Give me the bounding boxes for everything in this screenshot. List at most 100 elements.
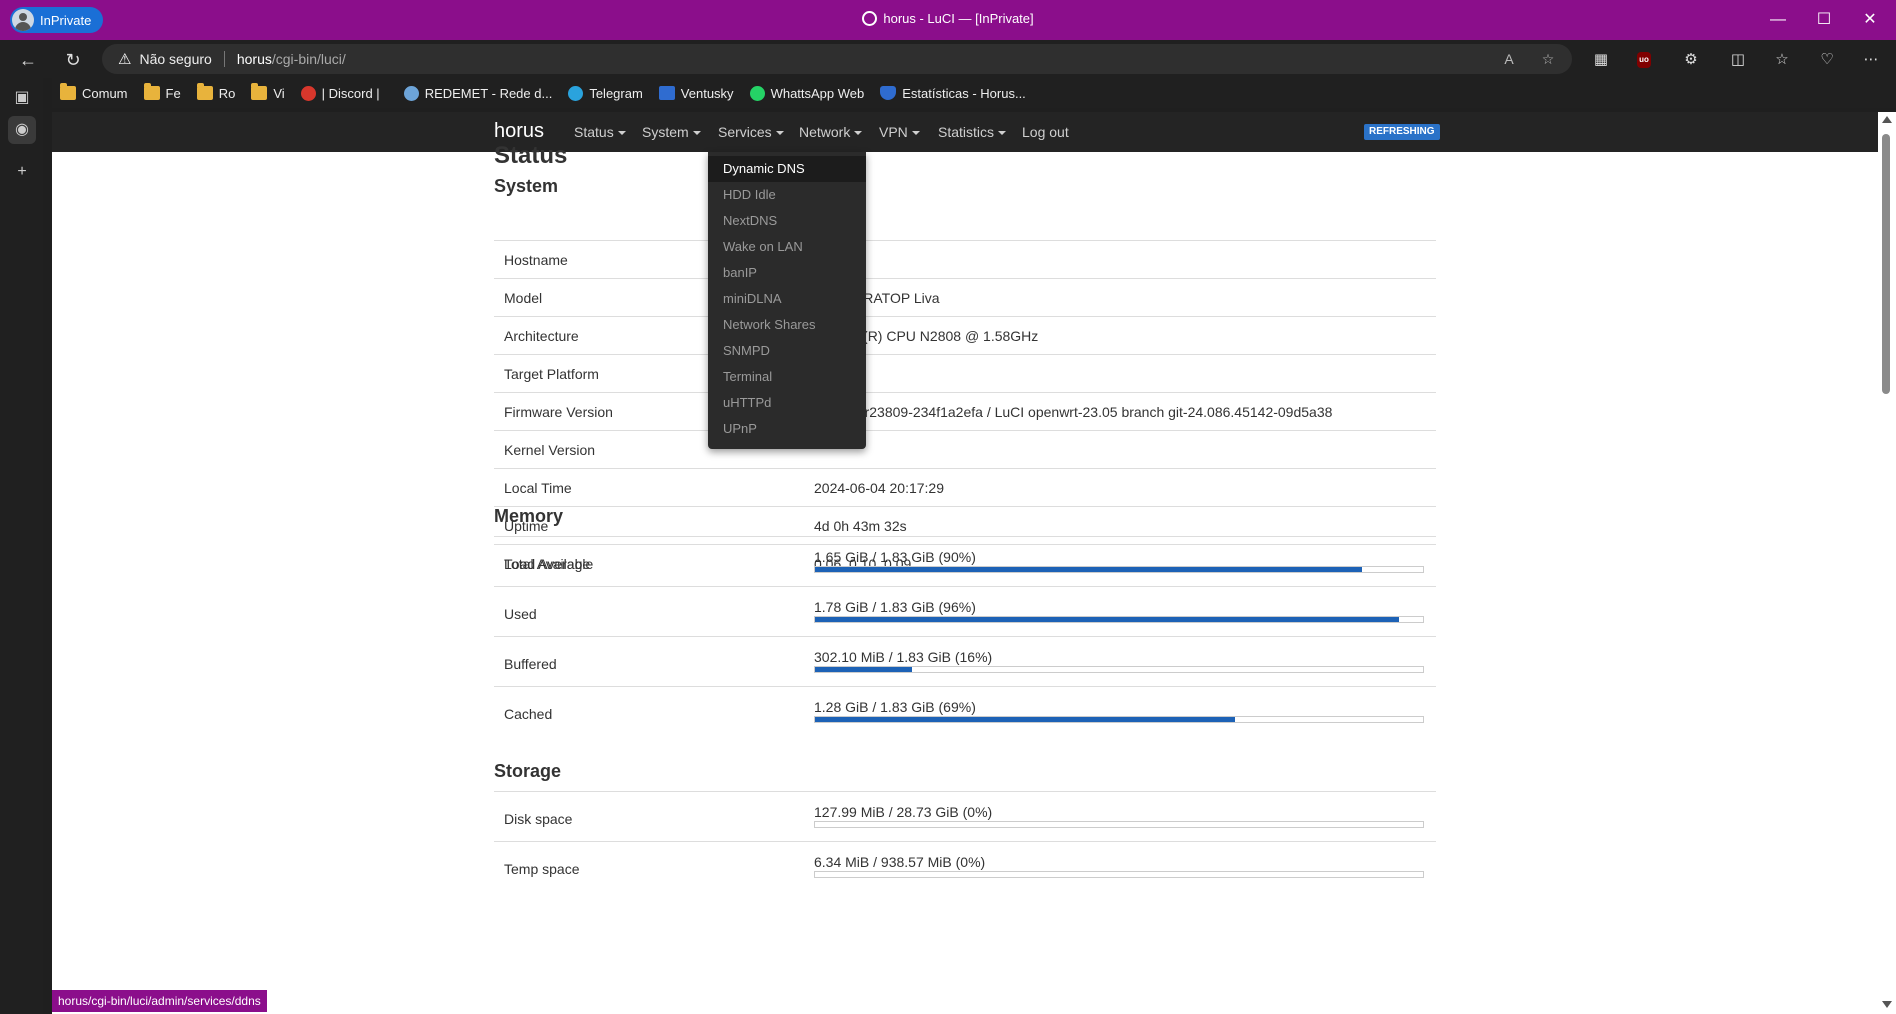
dropdown-item-snmpd[interactable]: SNMPD: [708, 338, 866, 364]
refresh-icon[interactable]: ↻: [62, 49, 84, 71]
folder-icon: [196, 83, 213, 100]
bookmark-ro[interactable]: Ro: [189, 80, 244, 106]
new-tab-icon[interactable]: +: [10, 160, 34, 184]
bookmark-label: REDEMET - Rede d...: [424, 85, 553, 101]
memory-heading: Memory: [494, 506, 564, 526]
system-row-value: 2024-06-04 20:17:29: [814, 480, 944, 496]
dropdown-item-uhttpd[interactable]: uHTTPd: [708, 390, 866, 416]
services-dropdown: Dynamic DNS HDD Idle NextDNS Wake on LAN ban…: [708, 152, 866, 449]
favorite-star-icon[interactable]: ☆: [1538, 49, 1558, 69]
favorites-icon[interactable]: ☆: [1771, 49, 1793, 71]
extensions-icon[interactable]: ⚙: [1680, 49, 1702, 71]
bookmark-label: Telegram: [589, 85, 643, 101]
memory-row: Used 1.78 GiB / 1.83 GiB (96%): [494, 586, 1436, 636]
menu-statistics[interactable]: Statistics: [938, 124, 1007, 140]
performance-icon[interactable]: ♡: [1816, 49, 1838, 71]
storage-progress-bar: [814, 871, 1424, 878]
memory-row-key: Total Available: [504, 556, 594, 572]
menu-system[interactable]: System: [642, 124, 701, 140]
memory-row-value: 1.78 GiB / 1.83 GiB (96%): [814, 599, 976, 615]
bookmark-estatisticas[interactable]: Estatísticas - Horus...: [872, 80, 1034, 106]
bookmark-discord[interactable]: | Discord |: [293, 80, 388, 106]
dropdown-item-nextdns[interactable]: NextDNS: [708, 208, 866, 234]
dropdown-item-banip[interactable]: banIP: [708, 260, 866, 286]
folder-icon: [60, 83, 76, 100]
storage-row: Disk space 127.99 MiB / 28.73 GiB (0%): [494, 791, 1436, 841]
dropdown-item-network-shares[interactable]: Network Shares: [708, 312, 866, 338]
storage-row-value: 6.34 MiB / 938.57 MiB (0%): [814, 854, 986, 870]
redemet-icon: [403, 85, 419, 101]
dropdown-item-dynamic-dns[interactable]: Dynamic DNS: [708, 156, 866, 182]
minimize-icon[interactable]: —: [1766, 8, 1790, 32]
page-viewport: horus Status System Services Network VPN…: [52, 112, 1878, 1014]
tab-actions-icon[interactable]: ▣: [10, 86, 34, 110]
maximize-icon[interactable]: ☐: [1812, 8, 1836, 32]
system-row-key: Local Time: [504, 480, 572, 496]
ventusky-icon: [658, 86, 675, 100]
memory-row-key: Buffered: [504, 656, 557, 672]
system-row-key: Firmware Version: [504, 404, 613, 420]
bookmarks-bar: Comum Fe Ro Vi | Discord | REDEMET - Red…: [52, 78, 1896, 108]
caret-down-icon: [911, 131, 920, 135]
storage-row: Temp space 6.34 MiB / 938.57 MiB (0%): [494, 841, 1436, 891]
memory-progress-bar: [814, 716, 1424, 723]
active-tab-icon[interactable]: ◉: [8, 116, 36, 144]
close-icon[interactable]: ✕: [1858, 8, 1882, 32]
dropdown-item-hdd-idle[interactable]: HDD Idle: [708, 182, 866, 208]
bookmark-comum[interactable]: Comum: [52, 80, 136, 106]
storage-row-value: 127.99 MiB / 28.73 GiB (0%): [814, 804, 993, 820]
brand-logo[interactable]: horus: [494, 120, 544, 143]
dropdown-item-wake-on-lan[interactable]: Wake on LAN: [708, 234, 866, 260]
bookmark-ventusky[interactable]: Ventusky: [651, 80, 742, 106]
address-bar[interactable]: ⚠ Não seguro horus/cgi-bin/luci/ A ☆: [102, 44, 1572, 74]
security-label[interactable]: Não seguro: [139, 51, 211, 67]
dropdown-item-upnp[interactable]: UPnP: [708, 416, 866, 442]
bookmark-label: Estatísticas - Horus...: [902, 85, 1026, 101]
system-row: Firmware Version 23.05.3 r23809-234f1a2ef…: [494, 392, 1436, 430]
logout-link[interactable]: Log out: [1022, 124, 1069, 140]
memory-row: Total Available 1.65 GiB / 1.83 GiB (90%): [494, 536, 1436, 586]
memory-progress-fill: [815, 567, 1363, 572]
bookmark-vi[interactable]: Vi: [243, 80, 292, 106]
system-row: Kernel Version: [494, 430, 1436, 468]
refreshing-badge[interactable]: REFRESHING: [1364, 124, 1440, 140]
bookmark-redemet[interactable]: REDEMET - Rede d...: [396, 80, 561, 106]
menu-status[interactable]: Status: [574, 124, 626, 140]
scrollbar-thumb[interactable]: [1882, 134, 1890, 394]
memory-progress-fill: [815, 667, 913, 672]
memory-progress-fill: [815, 717, 1235, 722]
folder-icon: [251, 83, 268, 100]
read-aloud-icon[interactable]: A: [1499, 49, 1519, 69]
memory-row: Buffered 302.10 MiB / 1.83 GiB (16%): [494, 636, 1436, 686]
caret-down-icon: [854, 131, 863, 135]
bookmark-label: Ro: [218, 85, 236, 101]
menu-network[interactable]: Network: [799, 124, 863, 140]
scroll-down-icon[interactable]: [1882, 1001, 1892, 1008]
dropdown-item-minidlna[interactable]: miniDLNA: [708, 286, 866, 312]
caret-down-icon: [617, 131, 626, 135]
memory-row: Cached 1.28 GiB / 1.83 GiB (69%): [494, 686, 1436, 736]
page-scrollbar[interactable]: [1878, 112, 1896, 1014]
menu-vpn[interactable]: VPN: [879, 124, 920, 140]
back-icon[interactable]: ←: [17, 49, 39, 71]
system-row-key: Model: [504, 290, 543, 306]
qr-code-icon[interactable]: ▦: [1590, 49, 1612, 71]
bookmark-label: Ventusky: [680, 85, 734, 101]
menu-services[interactable]: Services: [718, 124, 784, 140]
ublock-icon[interactable]: uo: [1637, 52, 1651, 68]
url-path[interactable]: /cgi-bin/luci/: [272, 51, 346, 67]
system-row-key: Hostname: [504, 252, 568, 268]
more-menu-icon[interactable]: ⋯: [1860, 49, 1882, 71]
window-titlebar: InPrivate horus - LuCI — [InPrivate] — ☐…: [0, 0, 1896, 40]
menu-label: VPN: [879, 124, 908, 140]
scroll-up-icon[interactable]: [1882, 116, 1892, 123]
bookmark-fe[interactable]: Fe: [136, 80, 189, 106]
bookmark-whatsapp[interactable]: WhattsApp Web: [742, 80, 873, 106]
url-host[interactable]: horus: [237, 51, 272, 67]
bookmark-label: Fe: [165, 85, 181, 101]
warning-icon[interactable]: ⚠: [118, 50, 131, 68]
system-row: Hostname: [494, 240, 1436, 278]
bookmark-telegram[interactable]: Telegram: [560, 80, 650, 106]
split-screen-icon[interactable]: ◫: [1727, 49, 1749, 71]
dropdown-item-terminal[interactable]: Terminal: [708, 364, 866, 390]
